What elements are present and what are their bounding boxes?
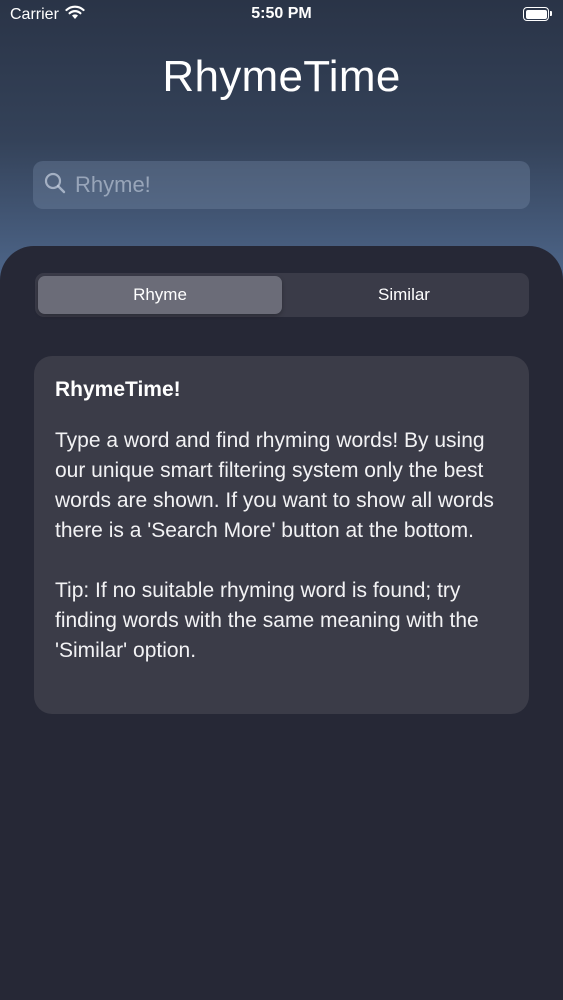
info-card-body: Type a word and find rhyming words! By u… — [55, 429, 494, 542]
status-bar: Carrier 5:50 PM — [0, 0, 563, 30]
results-panel: Rhyme Similar RhymeTime! Type a word and… — [0, 246, 563, 1000]
search-bar[interactable] — [33, 161, 530, 209]
info-card-tip: Tip: If no suitable rhyming word is foun… — [55, 579, 479, 662]
info-card-title: RhymeTime! — [55, 378, 181, 401]
app-title: RhymeTime — [162, 52, 401, 101]
segment-rhyme[interactable]: Rhyme — [38, 276, 282, 314]
mode-segmented-control: Rhyme Similar — [35, 273, 529, 317]
segment-similar[interactable]: Similar — [282, 276, 526, 314]
search-input[interactable] — [75, 172, 515, 198]
info-card: RhymeTime! Type a word and find rhyming … — [34, 356, 529, 714]
search-icon — [43, 171, 67, 200]
battery-icon — [523, 7, 552, 21]
status-time: 5:50 PM — [251, 5, 312, 22]
